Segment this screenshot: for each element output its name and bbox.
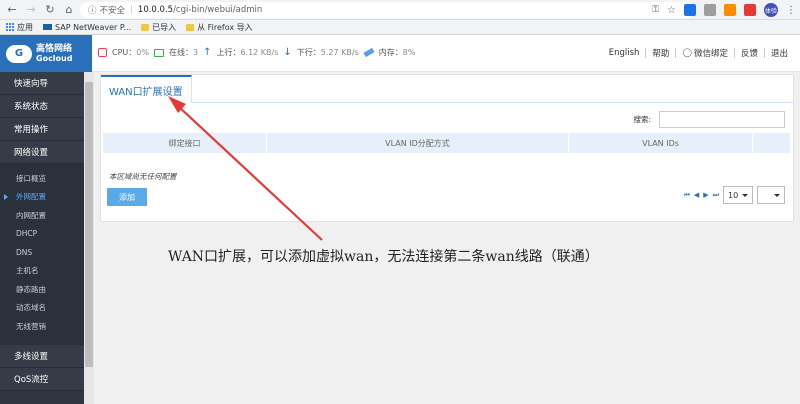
- sidebar: 快速向导 系统状态 常用操作 网络设置 接口概览 外网配置 内网配置 DHCP …: [0, 72, 84, 404]
- sidebar-sub-dhcp[interactable]: DHCP: [0, 224, 84, 243]
- app-header: G 高恪网络 Gocloud CPU：0% 在线：3 ↑ 上行：6.12 KB/…: [0, 35, 800, 72]
- sidebar-item-multiline[interactable]: 多线设置: [0, 344, 84, 368]
- chevron-down-icon: [774, 193, 780, 197]
- logout-link[interactable]: 退出: [765, 47, 794, 59]
- search-input[interactable]: [659, 111, 785, 128]
- sidebar-sub-wan-config[interactable]: 外网配置: [0, 187, 84, 206]
- sidebar-sub-lan-config[interactable]: 内网配置: [0, 206, 84, 225]
- bookmark-imported[interactable]: 已导入: [141, 22, 176, 33]
- col-actions: [753, 133, 791, 153]
- folder-icon: [186, 23, 195, 31]
- pagination: ⏮ ◀ ▶ ⏭ 10: [684, 186, 785, 204]
- col-vlan-ids[interactable]: VLAN IDs: [569, 133, 753, 153]
- prev-page-icon[interactable]: ◀: [694, 191, 699, 199]
- help-link[interactable]: 帮助: [646, 47, 675, 59]
- browser-toolbar: ← → ↻ ⌂ ⓘ 不安全 | 10.0.0.5/cgi-bin/webui/a…: [0, 0, 800, 20]
- next-page-icon[interactable]: ▶: [703, 191, 708, 199]
- address-separator: |: [130, 5, 133, 15]
- extension-mail-icon[interactable]: [704, 4, 716, 16]
- extension-blue-icon[interactable]: [684, 4, 696, 16]
- table-header: 绑定接口 VLAN ID分配方式 VLAN IDs: [103, 133, 791, 153]
- address-bar[interactable]: ⓘ 不安全 | 10.0.0.5/cgi-bin/webui/admin: [80, 2, 694, 18]
- logo[interactable]: G 高恪网络 Gocloud: [0, 35, 92, 72]
- sidebar-sub-static-route[interactable]: 静态路由: [0, 280, 84, 299]
- search-label: 搜索:: [633, 115, 651, 124]
- empty-message: 本区域尚无任何配置: [109, 172, 177, 181]
- sidebar-sub-hostname[interactable]: 主机名: [0, 261, 84, 280]
- cpu-value: 0%: [136, 48, 149, 57]
- language-link[interactable]: English: [603, 48, 646, 58]
- first-page-icon[interactable]: ⏮: [684, 191, 690, 200]
- sidebar-item-network-settings[interactable]: 网络设置: [0, 141, 84, 164]
- cloud-logo-icon: G: [6, 44, 32, 63]
- col-vlan-id-mode[interactable]: VLAN ID分配方式: [267, 133, 569, 153]
- upload-arrow-icon: ↑: [203, 47, 212, 58]
- back-icon[interactable]: ←: [5, 3, 19, 17]
- page-size-select[interactable]: 10: [723, 186, 753, 204]
- star-icon[interactable]: ☆: [667, 5, 676, 16]
- page-number-select[interactable]: [757, 186, 785, 204]
- folder-icon: [141, 23, 150, 31]
- cpu-icon: [98, 48, 107, 57]
- sidebar-item-system-status[interactable]: 系统状态: [0, 95, 84, 118]
- annotation-text: WAN口扩展，可以添加虚拟wan，无法连接第二条wan线路（联通）: [168, 249, 599, 265]
- bookmarks-bar: 应用 SAP NetWeaver P... 已导入 从 Firefox 导入: [0, 20, 800, 35]
- info-icon[interactable]: ⓘ: [88, 4, 97, 16]
- bookmark-sap[interactable]: SAP NetWeaver P...: [43, 23, 131, 32]
- sidebar-scrollbar[interactable]: [84, 72, 94, 404]
- tab-wan-extension[interactable]: WAN口扩展设置: [101, 75, 192, 103]
- down-label: 下行：: [296, 48, 321, 57]
- chevron-down-icon: [742, 193, 748, 197]
- online-value: 3: [192, 48, 199, 57]
- search-row: 搜索:: [633, 111, 785, 128]
- sap-icon: [43, 24, 52, 30]
- logo-name-cn: 高恪网络: [36, 43, 73, 54]
- bookmark-apps[interactable]: 应用: [6, 22, 33, 33]
- sidebar-spacer: [0, 335, 84, 345]
- sidebar-sub-wireless-marketing[interactable]: 无线营销: [0, 317, 84, 336]
- url-text: 10.0.0.5/cgi-bin/webui/admin: [137, 5, 263, 15]
- col-bind-interface[interactable]: 绑定接口: [103, 133, 267, 153]
- logo-name-en: Gocloud: [36, 53, 73, 63]
- tab-bar: WAN口扩展设置: [101, 75, 793, 103]
- sidebar-item-quick-guide[interactable]: 快速向导: [0, 72, 84, 95]
- extension-pencil-icon[interactable]: [724, 4, 736, 16]
- bookmark-firefox-imported[interactable]: 从 Firefox 导入: [186, 22, 253, 33]
- cpu-label: CPU：: [112, 48, 137, 57]
- sidebar-sub-dns[interactable]: DNS: [0, 243, 84, 262]
- down-value: 5.27 KB/s: [320, 48, 359, 57]
- wechat-icon: ◯: [682, 48, 692, 58]
- header-links: English 帮助 ◯ 微信绑定 反馈 退出: [603, 47, 794, 59]
- up-label: 上行：: [216, 48, 241, 57]
- home-icon[interactable]: ⌂: [62, 3, 76, 17]
- mem-value: 8%: [402, 48, 416, 57]
- security-label: 不安全: [99, 6, 126, 16]
- extension-red-icon[interactable]: [744, 4, 756, 16]
- forward-icon[interactable]: →: [24, 3, 38, 17]
- last-page-icon[interactable]: ⏭: [713, 191, 719, 200]
- online-icon: [153, 48, 164, 57]
- scrollbar-thumb[interactable]: [85, 82, 93, 367]
- key-icon[interactable]: ⚿: [652, 5, 659, 15]
- system-stats: CPU：0% 在线：3 ↑ 上行：6.12 KB/s ↓ 下行：5.27 KB/…: [98, 47, 415, 58]
- mem-label: 内存：: [378, 48, 403, 57]
- sidebar-sub-interface-overview[interactable]: 接口概览: [0, 169, 84, 188]
- sidebar-item-qos[interactable]: QoS流控: [0, 367, 84, 391]
- browser-extensions: ⚿ ☆ 体验 ⋮: [652, 3, 796, 17]
- up-value: 6.12 KB/s: [240, 48, 279, 57]
- sidebar-item-common-ops[interactable]: 常用操作: [0, 118, 84, 141]
- memory-icon: [363, 47, 375, 58]
- apps-grid-icon: [6, 23, 14, 31]
- download-arrow-icon: ↓: [283, 47, 292, 58]
- wan-extension-panel: WAN口扩展设置 搜索: 绑定接口 VLAN ID分配方式 VLAN IDs 本…: [100, 74, 794, 222]
- sidebar-sub-ddns[interactable]: 动态域名: [0, 298, 84, 317]
- online-label: 在线：: [168, 48, 193, 57]
- feedback-link[interactable]: 反馈: [735, 47, 764, 59]
- menu-icon[interactable]: ⋮: [786, 5, 796, 16]
- wechat-bind-link[interactable]: 微信绑定: [692, 47, 734, 59]
- add-button[interactable]: 添加: [107, 188, 147, 206]
- profile-avatar[interactable]: 体验: [764, 3, 778, 17]
- reload-icon[interactable]: ↻: [43, 3, 57, 17]
